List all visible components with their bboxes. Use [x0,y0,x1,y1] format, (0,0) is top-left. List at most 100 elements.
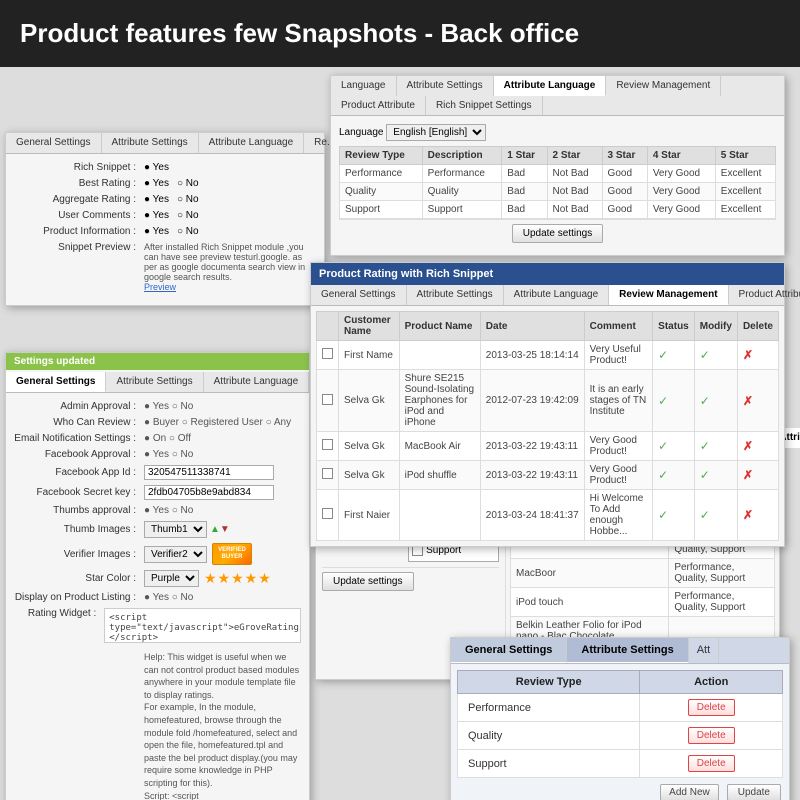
facebook-secret-input[interactable] [144,485,274,500]
pi-no: ○ No [177,226,199,237]
attr-lang-cell[interactable]: Performance [340,165,423,183]
facebook-secret-row: Facebook Secret key : [14,485,301,500]
col-action-br: Action [640,671,783,694]
rating-widget-code[interactable]: <script type="text/javascript">eGroveRat… [104,608,301,643]
bottom-actions: Add New Update [457,778,783,800]
attr-lang-cell[interactable]: Support [422,201,502,219]
facebook-appid-row: Facebook App Id : [14,465,301,480]
preview-link[interactable]: Preview [144,282,176,292]
delete-cross[interactable]: ✗ [743,468,753,482]
tab-att-br[interactable]: Att [689,638,719,663]
star-color-select[interactable]: Purple [144,570,199,587]
rating-widget-row: Rating Widget : <script type="text/javas… [14,608,301,643]
attr-lang-cell[interactable]: Quality [340,183,423,201]
attr-lang-content: Language English [English] Review Type D… [331,116,784,255]
delete-cross[interactable]: ✗ [743,348,753,362]
tab-language[interactable]: Language [331,76,397,96]
tab-general[interactable]: General Settings [6,133,102,153]
facebook-appid-input[interactable] [144,465,274,480]
update-button-br[interactable]: Update [727,784,781,800]
thumbs-approval-value: ● Yes ○ No [144,505,193,516]
tab-attribute-language[interactable]: Attribute Language [494,76,607,96]
aggregate-radio: ● Yes ○ No [144,194,199,205]
screenshot-collage: Language Attribute Settings Attribute La… [0,67,800,800]
aggregate-rating-row: Aggregate Rating : ● Yes ○ No [14,194,316,205]
delete-button[interactable]: Delete [688,699,735,716]
add-new-button[interactable]: Add New [660,784,719,800]
thumb-images-label: Thumb Images : [14,524,144,535]
yes-option: ● Yes [144,162,169,173]
attr-lang-cell[interactable]: Quality [422,183,502,201]
delete-cross[interactable]: ✗ [743,508,753,522]
tab-general-gs[interactable]: General Settings [6,372,106,392]
thumb-images-select[interactable]: Thumb1 [144,521,207,538]
attr-lang-cell: Bad [502,165,547,183]
product-info-radio: ● Yes ○ No [144,226,199,237]
help-section: Help: This widget is useful when we can … [14,648,301,800]
delete-button[interactable]: Delete [688,755,735,772]
snippet-preview-row: Snippet Preview : After installed Rich S… [14,242,316,292]
rating-widget-label: Rating Widget : [14,608,104,619]
tab-general-rm[interactable]: General Settings [311,285,407,305]
tab-attr-settings-rs[interactable]: Attribute Settings [102,133,199,153]
attr-lang-cell[interactable]: Support [340,201,423,219]
tab-product-attribute[interactable]: Product Attribute [331,96,426,115]
tab-reviewmgmt-rm[interactable]: Review Management [609,285,728,305]
tab-attr-gs[interactable]: Attribute Settings [106,372,203,392]
tab-attr-lang-rs[interactable]: Attribute Language [199,133,305,153]
email-notif-value: ● On ○ Off [144,433,191,444]
review-cell: 2013-03-22 19:43:11 [480,432,584,461]
panel-header: Product Rating with Rich Snippet [311,263,784,285]
update-settings-button-1[interactable]: Update settings [512,224,604,243]
attribute-language-panel: Language Attribute Settings Attribute La… [330,75,785,256]
attr-lang-cell[interactable]: Performance [422,165,502,183]
tab-prodattr-rm[interactable]: Product Attribute [729,285,800,305]
modify-check[interactable]: ✓ [700,468,710,482]
attr-lang-cell: Not Bad [547,183,602,201]
verifier-images-select[interactable]: Verifier2 [144,546,207,563]
row-checkbox[interactable] [322,508,333,519]
tab-general-br[interactable]: General Settings [451,638,567,663]
col-check [317,312,339,341]
status-check: ✓ [658,394,668,408]
who-can-review-value: ● Buyer ○ Registered User ○ Any [144,417,291,428]
thumb-remove-icon[interactable]: ▼ [220,524,230,535]
table-row: PerformanceDelete [458,694,783,722]
tab-attrlang-gs[interactable]: Attribute Language [204,372,310,392]
tab-attr-rm[interactable]: Attribute Settings [407,285,504,305]
review-cell: iPod shuffle [399,461,480,490]
modify-check[interactable]: ✓ [700,348,710,362]
verified-buyer-badge: VERIFIEDBUYER [212,543,252,565]
modify-check[interactable]: ✓ [700,439,710,453]
row-checkbox[interactable] [322,468,333,479]
row-checkbox[interactable] [322,439,333,450]
delete-button[interactable]: Delete [688,727,735,744]
tab-attr-br[interactable]: Attribute Settings [567,638,688,663]
display-product-row: Display on Product Listing : ● Yes ○ No [14,592,301,603]
tab-attribute-settings[interactable]: Attribute Settings [397,76,494,96]
rich-snippet-row: Rich Snippet : ● Yes [14,162,316,173]
facebook-approval-value: ● Yes ○ No [144,449,193,460]
col-review-type: Review Type [340,147,423,165]
tab-attrlang-rm[interactable]: Attribute Language [504,285,610,305]
review-cell: Very Good Product! [584,432,653,461]
row-checkbox[interactable] [322,348,333,359]
attr-lang-cell: Not Bad [547,165,602,183]
attr-lang-cell: Bad [502,183,547,201]
table-row: Selva GkiPod shuffle2013-03-22 19:43:11V… [317,461,779,490]
language-select[interactable]: English [English] [386,124,486,141]
delete-cross[interactable]: ✗ [743,394,753,408]
row-checkbox[interactable] [322,394,333,405]
user-comments-label: User Comments : [14,210,144,221]
thumb-add-icon[interactable]: ▲ [210,524,220,535]
thumbs-approval-row: Thumbs approval : ● Yes ○ No [14,505,301,516]
review-cell: 2013-03-24 18:41:37 [480,490,584,541]
review-type-cell: Support [458,750,640,778]
tab-rich-snippet[interactable]: Rich Snippet Settings [426,96,543,115]
delete-cross[interactable]: ✗ [743,439,753,453]
tab-review-management[interactable]: Review Management [606,76,721,96]
modify-check[interactable]: ✓ [700,394,710,408]
update-settings-button-pa[interactable]: Update settings [322,572,414,591]
modify-check[interactable]: ✓ [700,508,710,522]
table-row: SupportSupportBadNot BadGoodVery GoodExc… [340,201,776,219]
